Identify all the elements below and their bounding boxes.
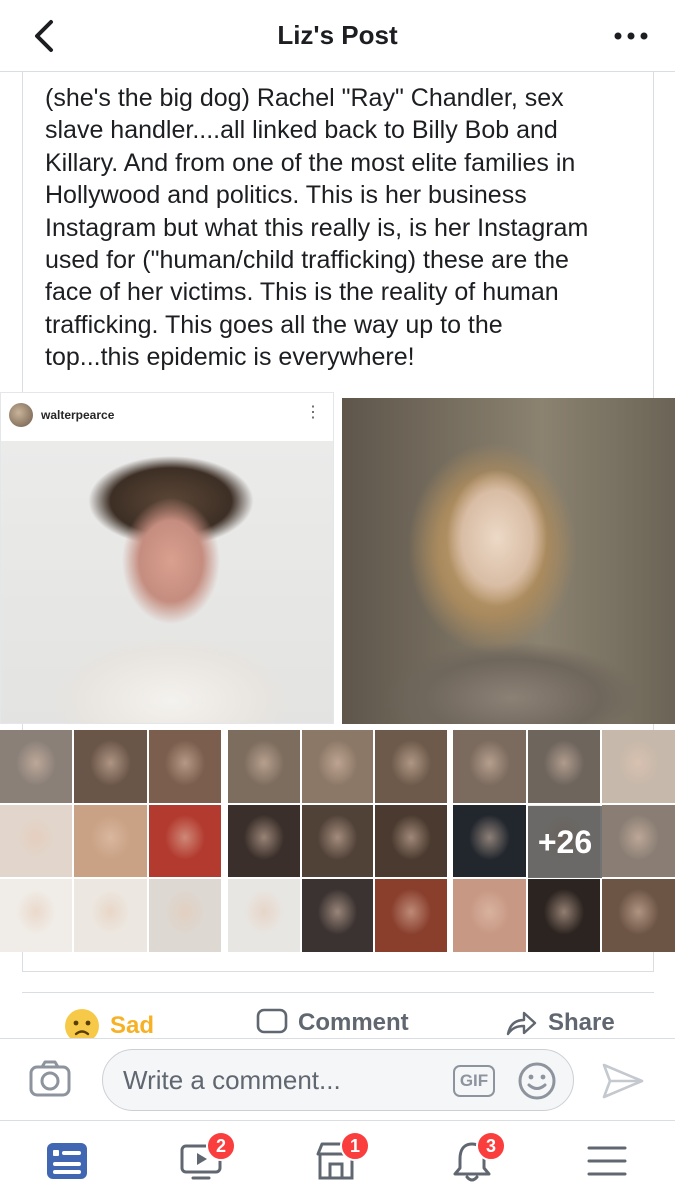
- share-label: Share: [548, 1009, 615, 1036]
- portrait-image: [1, 441, 333, 723]
- page-title: Liz's Post: [277, 20, 398, 50]
- share-button[interactable]: Share: [504, 1008, 615, 1038]
- smiley-icon: [518, 1062, 556, 1100]
- gif-button[interactable]: GIF: [453, 1065, 495, 1097]
- share-icon: [504, 1008, 538, 1038]
- collage-thumbnail: [228, 879, 300, 952]
- collage-thumbnail: [74, 730, 147, 803]
- collage-thumbnail: [375, 730, 447, 803]
- notifications-badge: 3: [476, 1131, 506, 1161]
- collage-thumbnail: [602, 879, 675, 952]
- comment-input-box: GIF: [102, 1049, 574, 1111]
- send-button[interactable]: [600, 1061, 646, 1101]
- vertical-dots-icon: ⋮: [305, 404, 321, 421]
- more-options-button[interactable]: [611, 22, 651, 50]
- collage-thumbnail: [228, 730, 300, 803]
- emoji-button[interactable]: [517, 1061, 557, 1101]
- top-bar: Liz's Post: [0, 0, 675, 72]
- action-bar: Sad Comment Share: [0, 1008, 675, 1043]
- collage-thumbnail: [453, 730, 526, 803]
- collage-thumbnail: [301, 730, 374, 803]
- collage-thumbnail: [375, 804, 447, 878]
- reaction-label: Sad: [110, 1012, 155, 1039]
- watch-badge: 2: [206, 1131, 236, 1161]
- collage-thumbnail: [0, 804, 73, 878]
- collage-thumbnail: [301, 804, 374, 878]
- comment-composer: GIF: [0, 1038, 675, 1120]
- collage-thumbnail: [301, 879, 374, 952]
- post-photo-collage-2[interactable]: [228, 730, 447, 952]
- collage-thumbnail: [228, 804, 300, 878]
- collage-thumbnail: [527, 730, 601, 803]
- more-photos-count: +26: [537, 823, 593, 860]
- collage-thumbnail: [0, 730, 73, 803]
- collage-thumbnail: [602, 804, 675, 878]
- collage-thumbnail: [74, 804, 147, 878]
- comment-input[interactable]: [123, 1060, 443, 1100]
- post-photo-portrait[interactable]: [342, 398, 675, 724]
- collage-thumbnail: [453, 804, 526, 878]
- collage-thumbnail: [74, 879, 147, 952]
- bottom-navigation: 2 1 3: [0, 1120, 675, 1200]
- avatar: [9, 403, 33, 427]
- collage-thumbnail: [527, 879, 601, 952]
- camera-button[interactable]: [28, 1059, 72, 1099]
- nav-notifications[interactable]: 3: [442, 1131, 506, 1189]
- news-feed-icon: [47, 1143, 87, 1179]
- collage-thumbnail: [375, 879, 447, 952]
- send-icon: [602, 1063, 644, 1099]
- more-dots-icon: [614, 32, 648, 40]
- nav-marketplace[interactable]: 1: [306, 1131, 370, 1189]
- nav-watch[interactable]: 2: [172, 1131, 236, 1189]
- collage-thumbnail: [453, 879, 526, 952]
- instagram-username: walterpearce: [41, 408, 115, 422]
- instagram-header: walterpearce ⋮: [1, 393, 333, 437]
- marketplace-badge: 1: [340, 1131, 370, 1161]
- collage-thumbnail: [148, 730, 221, 803]
- divider: [22, 992, 654, 993]
- collage-thumbnail: [0, 879, 73, 952]
- collage-thumbnail: [148, 804, 221, 878]
- hamburger-menu-icon: [587, 1146, 627, 1176]
- gif-label: GIF: [459, 1071, 489, 1090]
- collage-thumbnail: [148, 879, 221, 952]
- nav-news-feed[interactable]: [37, 1133, 97, 1189]
- post-text: (she's the big dog) Rachel "Ray" Chandle…: [45, 84, 589, 372]
- more-photos-overlay[interactable]: +26: [528, 806, 602, 878]
- post-photo-collage-1[interactable]: [0, 730, 221, 952]
- nav-menu[interactable]: [577, 1133, 637, 1189]
- camera-icon: [29, 1060, 71, 1097]
- collage-thumbnail: [602, 730, 675, 803]
- comment-button[interactable]: Comment: [256, 1008, 409, 1038]
- post-photo-instagram[interactable]: walterpearce ⋮: [0, 392, 334, 724]
- comment-label: Comment: [298, 1009, 409, 1036]
- comment-icon: [256, 1008, 288, 1038]
